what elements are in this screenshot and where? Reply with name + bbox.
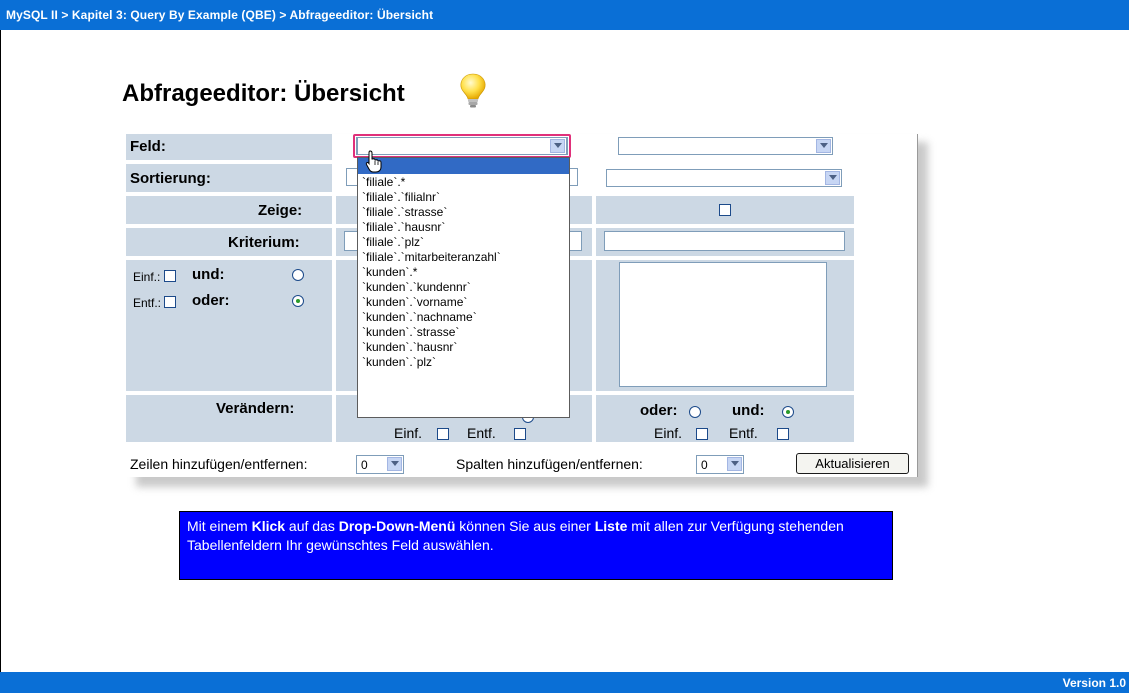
row-delete-label: Entf.: (133, 296, 162, 310)
columns-add-remove-label: Spalten hinzufügen/entfernen: (456, 456, 643, 472)
col-separator (592, 134, 596, 442)
dropdown-items: `filiale`.* `filiale`.`filialnr` `filiale`… (358, 175, 569, 370)
version-label: Version 1.0 (1062, 676, 1126, 690)
row-delete-checkbox[interactable] (164, 296, 176, 308)
chevron-down-icon (816, 139, 831, 153)
kriterium-label: Kriterium: (228, 234, 300, 251)
sortierung-label: Sortierung: (130, 170, 211, 187)
column2-or-label: oder: (640, 402, 678, 419)
columns-count-select[interactable]: 0 (696, 455, 744, 474)
page-title: Abfrageeditor: Übersicht (122, 80, 405, 107)
lightbulb-icon (460, 73, 486, 108)
columns-count-value: 0 (701, 458, 708, 472)
dropdown-option[interactable]: `kunden`.`strasse` (358, 325, 569, 340)
row-insert-label: Einf.: (133, 270, 161, 284)
info-text: Mit einem Klick auf das Drop-Down-Menü k… (187, 518, 844, 553)
chevron-down-icon (550, 139, 565, 153)
col-separator (332, 196, 336, 442)
row-and-radio[interactable] (292, 269, 304, 281)
rows-count-value: 0 (361, 458, 368, 472)
dropdown-option[interactable]: `filiale`.`filialnr` (358, 190, 569, 205)
veraendern-label: Verändern: (216, 400, 295, 417)
dropdown-option[interactable]: `filiale`.* (358, 175, 569, 190)
feld-label: Feld: (130, 138, 166, 155)
row-or-radio[interactable] (292, 295, 304, 307)
column2-show-checkbox[interactable] (719, 204, 731, 216)
column2-or-radio[interactable] (689, 406, 701, 418)
footer-bar: Version 1.0 (0, 672, 1129, 693)
row-and-label: und: (192, 266, 225, 283)
chevron-down-icon (825, 171, 840, 185)
row-insert-checkbox[interactable] (164, 270, 176, 282)
column1-insert-label: Einf. (394, 425, 423, 441)
column2-insert-checkbox[interactable] (696, 428, 708, 440)
chevron-down-icon (727, 457, 742, 471)
column1-delete-checkbox[interactable] (514, 428, 526, 440)
column2-field-select[interactable] (618, 137, 833, 155)
column2-delete-checkbox[interactable] (777, 428, 789, 440)
dropdown-option[interactable]: `kunden`.`hausnr` (358, 340, 569, 355)
dropdown-option[interactable]: `filiale`.`mitarbeiteranzahl` (358, 250, 569, 265)
field-dropdown-list[interactable]: `filiale`.* `filiale`.`filialnr` `filiale`… (357, 157, 570, 418)
title-bar: MySQL II > Kapitel 3: Query By Example (… (0, 0, 1129, 30)
column2-criteria-input[interactable] (604, 231, 845, 251)
column1-insert-checkbox[interactable] (437, 428, 449, 440)
column2-and-radio[interactable] (782, 406, 794, 418)
column2-and-label: und: (732, 402, 765, 419)
column2-criteria-textarea[interactable] (619, 262, 827, 387)
dropdown-option[interactable]: `kunden`.`plz` (358, 355, 569, 370)
rows-count-select[interactable]: 0 (356, 455, 404, 474)
dropdown-option[interactable]: `kunden`.* (358, 265, 569, 280)
active-field-select[interactable] (357, 137, 567, 155)
hand-pointer-icon (365, 150, 382, 173)
dropdown-option[interactable]: `kunden`.`nachname` (358, 310, 569, 325)
column2-insert-label: Einf. (654, 425, 683, 441)
chevron-down-icon (387, 457, 402, 471)
dropdown-option[interactable]: `filiale`.`hausnr` (358, 220, 569, 235)
info-box: Mit einem Klick auf das Drop-Down-Menü k… (179, 511, 893, 580)
left-border (0, 30, 1, 672)
rows-add-remove-label: Zeilen hinzufügen/entfernen: (130, 456, 308, 472)
column2-sort-select[interactable] (606, 169, 842, 187)
update-button[interactable]: Aktualisieren (796, 453, 909, 474)
dropdown-option[interactable]: `filiale`.`plz` (358, 235, 569, 250)
dropdown-option[interactable]: `kunden`.`kundennr` (358, 280, 569, 295)
dropdown-highlight-empty-option[interactable] (358, 158, 569, 174)
dropdown-option[interactable]: `filiale`.`strasse` (358, 205, 569, 220)
column2-delete-label: Entf. (729, 425, 758, 441)
row-or-label: oder: (192, 292, 230, 309)
dropdown-option[interactable]: `kunden`.`vorname` (358, 295, 569, 310)
column1-delete-label: Entf. (467, 425, 496, 441)
breadcrumb: MySQL II > Kapitel 3: Query By Example (… (6, 8, 434, 22)
zeige-label: Zeige: (258, 202, 303, 219)
